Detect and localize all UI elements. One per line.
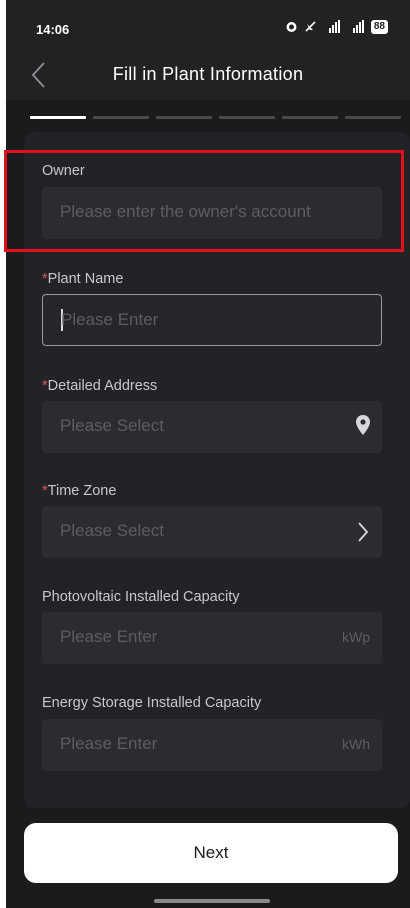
nav-header: Fill in Plant Information	[6, 50, 410, 100]
pv-capacity-label: Photovoltaic Installed Capacity	[42, 589, 240, 605]
signal-icon	[347, 20, 365, 34]
plant-name-placeholder: Please Enter	[61, 310, 159, 329]
progress-step-2	[93, 116, 149, 119]
address-label: *Detailed Address	[42, 378, 158, 394]
pv-capacity-input[interactable]: Please Enter kWp	[42, 612, 382, 664]
storage-capacity-input[interactable]: Please Enter kWh	[42, 719, 382, 771]
address-select[interactable]: Please Select	[42, 401, 382, 453]
status-icons: 88	[285, 20, 388, 34]
time-zone-select[interactable]: Please Select	[42, 506, 382, 558]
battery-level: 88	[370, 20, 388, 34]
signal-icon	[323, 20, 341, 34]
plant-name-input[interactable]: Please Enter	[42, 294, 382, 346]
status-time: 14:06	[36, 22, 70, 37]
location-pin-icon[interactable]	[356, 415, 370, 440]
home-indicator[interactable]	[154, 899, 270, 903]
dnd-icon	[304, 20, 317, 34]
page-title: Fill in Plant Information	[112, 64, 304, 84]
storage-capacity-unit: kWh	[342, 736, 370, 752]
progress-step-5	[282, 116, 338, 119]
alarm-icon	[285, 20, 298, 34]
storage-capacity-label: Energy Storage Installed Capacity	[42, 695, 262, 711]
time-zone-label: *Time Zone	[42, 483, 117, 499]
pv-capacity-unit: kWp	[342, 629, 370, 645]
address-placeholder: Please Select	[60, 416, 164, 435]
step-progress	[6, 100, 410, 132]
chevron-right-icon	[356, 520, 370, 549]
status-bar: 14:06 88	[6, 0, 410, 50]
next-button[interactable]: Next	[24, 823, 398, 883]
plant-name-label: *Plant Name	[42, 271, 124, 287]
progress-step-4	[219, 116, 275, 119]
owner-highlight-box	[4, 150, 404, 252]
app-screen: 14:06 88 Fill in Plant Information Owner…	[6, 0, 410, 908]
storage-capacity-placeholder: Please Enter	[60, 734, 158, 753]
progress-step-1	[30, 116, 86, 119]
progress-step-3	[156, 116, 212, 119]
pv-capacity-placeholder: Please Enter	[60, 627, 158, 646]
progress-step-6	[345, 116, 401, 119]
time-zone-placeholder: Please Select	[60, 521, 164, 540]
